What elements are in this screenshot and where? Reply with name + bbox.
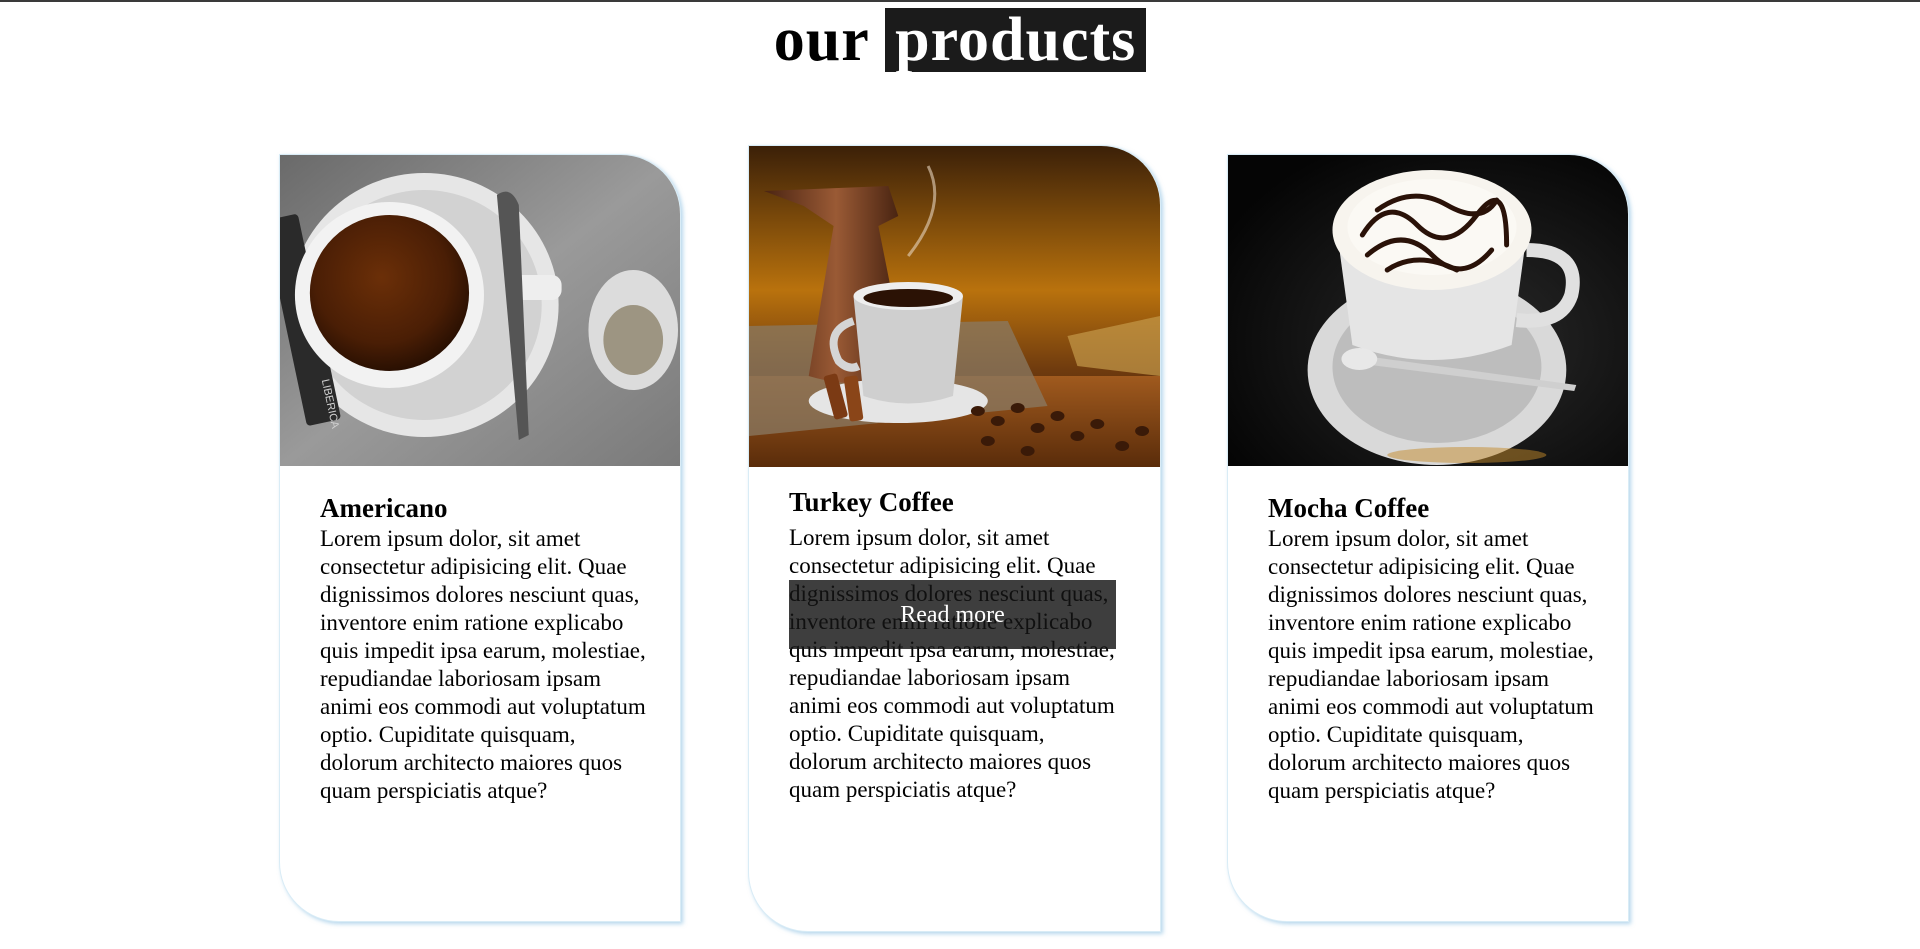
product-card-turkey-coffee[interactable]: Turkey Coffee Lorem ipsum dolor, sit ame… — [748, 145, 1161, 932]
product-title: Turkey Coffee — [789, 487, 954, 517]
mocha-coffee-photo — [1228, 155, 1628, 466]
americano-image: LIBERICA — [280, 155, 680, 466]
americano-photo: LIBERICA — [280, 155, 680, 466]
product-card-mocha-coffee[interactable]: Mocha Coffee Lorem ipsum dolor, sit amet… — [1227, 154, 1629, 922]
heading-word-products-highlight: products — [885, 8, 1147, 72]
turkey-coffee-image — [749, 146, 1160, 467]
product-title: Mocha Coffee — [1268, 493, 1430, 523]
product-card-americano[interactable]: LIBERICA Americano Lorem ipsum dolor, si… — [279, 154, 681, 922]
product-description: Lorem ipsum dolor, sit amet consectetur … — [1268, 526, 1594, 803]
product-title: Americano — [320, 493, 448, 523]
section-heading: our products — [0, 6, 1920, 74]
read-more-button[interactable]: Read more — [789, 580, 1116, 649]
product-description: Lorem ipsum dolor, sit amet consectetur … — [320, 526, 646, 803]
heading-word-our: our — [773, 6, 869, 74]
product-description: Lorem ipsum dolor, sit amet consectetur … — [789, 525, 1115, 802]
top-border-line — [0, 0, 1920, 2]
mocha-coffee-image — [1228, 155, 1628, 466]
turkey-coffee-photo — [749, 146, 1160, 467]
